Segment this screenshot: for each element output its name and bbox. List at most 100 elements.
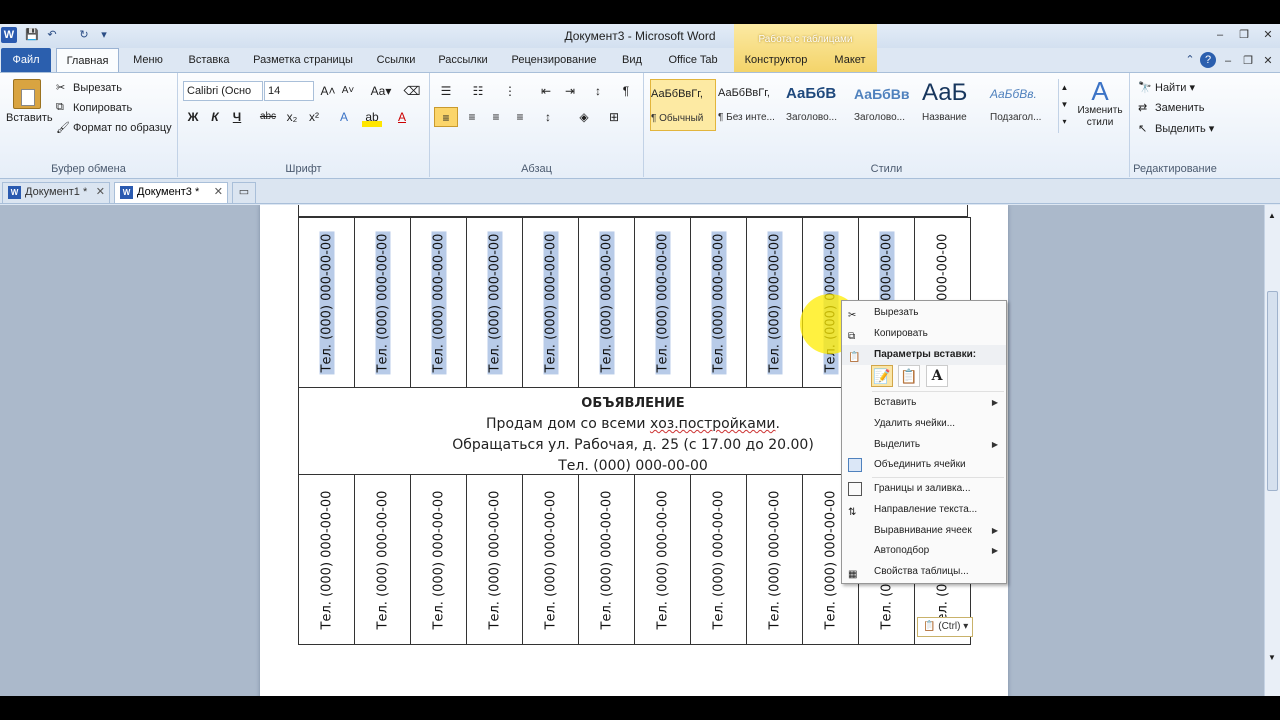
copy-button[interactable]: ⧉ Копировать — [56, 101, 132, 115]
sort-icon[interactable]: ↕ — [588, 81, 608, 101]
paste-keep-source-icon[interactable]: 📝 — [871, 365, 893, 387]
scroll-thumb[interactable] — [1267, 291, 1278, 491]
menu-text-direction[interactable]: ⇅ Направление текста... — [842, 500, 1006, 520]
phone-tab-cell[interactable]: Тел. (000) 000-00-00 — [410, 217, 467, 388]
font-name-box[interactable]: Calibri (Осно — [183, 81, 263, 101]
restore-icon[interactable]: ❐ — [1236, 28, 1252, 42]
menu-merge-cells[interactable]: Объединить ячейки — [842, 455, 1006, 475]
doc-restore-icon[interactable]: ❐ — [1240, 54, 1256, 68]
bullets-icon[interactable]: ☰ — [436, 81, 456, 101]
decrease-indent-icon[interactable]: ⇤ — [536, 81, 556, 101]
underline-button[interactable]: Ч — [227, 107, 247, 127]
tab-mailings[interactable]: Рассылки — [430, 48, 496, 72]
menu-insert[interactable]: Вставить ▶ — [842, 393, 1006, 413]
superscript-button[interactable]: x² — [304, 107, 324, 127]
highlight-icon[interactable]: ab — [362, 107, 382, 127]
menu-table-properties[interactable]: ▦ Свойства таблицы... — [842, 562, 1006, 582]
clear-formatting-icon[interactable]: ⌫ — [402, 81, 422, 101]
menu-copy[interactable]: ⧉ Копировать — [842, 324, 1006, 344]
shading-icon[interactable]: ◈ — [574, 107, 594, 127]
menu-autofit[interactable]: Автоподбор ▶ — [842, 541, 1006, 561]
phone-tab-cell[interactable]: Тел. (000) 000-00-00 — [690, 217, 747, 388]
phone-tab-cell[interactable]: Тел. (000) 000-00-00 — [298, 217, 355, 388]
numbering-icon[interactable]: ☷ — [468, 81, 488, 101]
find-button[interactable]: 🔭 Найти ▾ — [1138, 81, 1195, 95]
phone-tab-cell[interactable]: Тел. (000) 000-00-00 — [746, 474, 803, 645]
menu-cut[interactable]: ✂ Вырезать — [842, 303, 1006, 323]
doc-tab-1[interactable]: W Документ1 * ✕ — [2, 182, 110, 203]
minimize-icon[interactable]: – — [1212, 28, 1228, 42]
tab-office-tab[interactable]: Office Tab — [658, 48, 728, 72]
select-button[interactable]: ↖ Выделить ▾ — [1138, 122, 1214, 136]
tab-design[interactable]: Конструктор — [737, 48, 815, 72]
menu-select[interactable]: Выделить ▶ — [842, 435, 1006, 455]
phone-tab-cell[interactable]: Тел. (000) 000-00-00 — [354, 217, 411, 388]
justify-icon[interactable]: ≡ — [510, 107, 530, 127]
tab-menu[interactable]: Меню — [124, 48, 172, 72]
borders-icon[interactable]: ⊞ — [604, 107, 624, 127]
scroll-down-icon[interactable]: ▼ — [1268, 653, 1276, 662]
phone-tab-cell[interactable]: Тел. (000) 000-00-00 — [578, 217, 635, 388]
format-painter-button[interactable]: 🖌 Формат по образцу — [56, 121, 172, 135]
tab-layout[interactable]: Макет — [822, 48, 878, 72]
align-center-icon[interactable]: ≡ — [462, 107, 482, 127]
show-marks-icon[interactable]: ¶ — [616, 81, 636, 101]
styles-scroll[interactable]: ▲ ▼ ▾ — [1058, 79, 1070, 133]
paste-text-only-icon[interactable]: A — [926, 365, 948, 387]
phone-tab-cell[interactable]: Тел. (000) 000-00-00 — [466, 217, 523, 388]
phone-tab-cell[interactable]: Тел. (000) 000-00-00 — [634, 217, 691, 388]
change-styles-button[interactable]: A Изменить стили — [1072, 77, 1128, 129]
bold-button[interactable]: Ж — [183, 107, 203, 127]
doc-tab-3[interactable]: W Документ3 * ✕ — [114, 182, 228, 203]
close-icon[interactable]: ✕ — [1260, 28, 1276, 42]
phone-tab-cell[interactable]: Тел. (000) 000-00-00 — [578, 474, 635, 645]
style-normal[interactable]: АаБбВвГг, ¶ Обычный — [650, 79, 716, 131]
font-color-icon[interactable]: A — [392, 107, 412, 127]
tab-insert[interactable]: Вставка — [180, 48, 238, 72]
text-effects-icon[interactable]: A — [334, 107, 354, 127]
close-tab-icon[interactable]: ✕ — [96, 183, 105, 202]
vertical-scrollbar[interactable]: ▲ ▼ — [1264, 205, 1280, 696]
scroll-up-icon[interactable]: ▲ — [1268, 211, 1276, 220]
doc-minimize-icon[interactable]: – — [1220, 54, 1236, 68]
help-icon[interactable]: ? — [1200, 52, 1216, 68]
style-heading2[interactable]: АаБбВв Заголово... — [854, 79, 920, 131]
menu-borders[interactable]: Границы и заливка... — [842, 479, 1006, 499]
shrink-font-icon[interactable]: A˅ — [338, 81, 358, 101]
phone-tab-cell[interactable]: Тел. (000) 000-00-00 — [690, 474, 747, 645]
align-left-icon[interactable]: ≡ — [434, 107, 458, 127]
tab-page-layout[interactable]: Разметка страницы — [244, 48, 362, 72]
paste-merge-format-icon[interactable]: 📋 — [898, 365, 920, 387]
phone-tab-cell[interactable]: Тел. (000) 000-00-00 — [354, 474, 411, 645]
tab-review[interactable]: Рецензирование — [502, 48, 606, 72]
doc-close-icon[interactable]: ✕ — [1260, 54, 1276, 68]
phone-tab-cell[interactable]: Тел. (000) 000-00-00 — [410, 474, 467, 645]
cut-button[interactable]: ✂ Вырезать — [56, 81, 122, 95]
align-right-icon[interactable]: ≡ — [486, 107, 506, 127]
paste-button[interactable]: Вставить — [6, 79, 53, 124]
tab-references[interactable]: Ссылки — [368, 48, 424, 72]
multilevel-list-icon[interactable]: ⋮ — [500, 81, 520, 101]
strikethrough-button[interactable]: abc — [258, 107, 278, 127]
increase-indent-icon[interactable]: ⇥ — [560, 81, 580, 101]
italic-button[interactable]: К — [205, 107, 225, 127]
phone-tab-cell[interactable]: Тел. (000) 000-00-00 — [466, 474, 523, 645]
phone-tab-cell[interactable]: Тел. (000) 000-00-00 — [522, 474, 579, 645]
replace-button[interactable]: ⇄ Заменить — [1138, 101, 1204, 115]
new-tab-button[interactable]: ▭ — [232, 182, 256, 203]
line-spacing-icon[interactable]: ↕ — [538, 107, 558, 127]
phone-tab-cell[interactable]: Тел. (000) 000-00-00 — [634, 474, 691, 645]
phone-tab-cell[interactable]: Тел. (000) 000-00-00 — [298, 474, 355, 645]
phone-tab-cell[interactable]: Тел. (000) 000-00-00 — [522, 217, 579, 388]
grow-font-icon[interactable]: A˄ — [318, 81, 338, 101]
style-no-spacing[interactable]: АаБбВвГг, ¶ Без инте... — [718, 79, 784, 131]
style-subtitle[interactable]: АаБбВв. Подзагол... — [990, 79, 1056, 131]
paste-options-button[interactable]: 📋 (Ctrl) ▾ — [917, 617, 973, 637]
tab-file[interactable]: Файл — [1, 48, 51, 72]
change-case-icon[interactable]: Aa▾ — [368, 81, 394, 101]
close-tab-icon[interactable]: ✕ — [214, 183, 223, 202]
menu-cell-alignment[interactable]: Выравнивание ячеек ▶ — [842, 521, 1006, 541]
minimize-ribbon-icon[interactable]: ⌃ — [1182, 52, 1198, 68]
menu-delete-cells[interactable]: Удалить ячейки... — [842, 414, 1006, 434]
subscript-button[interactable]: x₂ — [282, 107, 302, 127]
